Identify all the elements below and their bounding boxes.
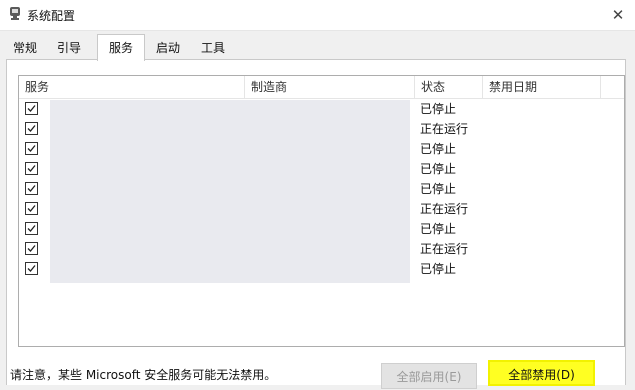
table-row[interactable]: 正在运行	[19, 119, 624, 139]
checkmark-icon	[27, 265, 36, 272]
enable-all-button[interactable]: 全部启用(E)	[381, 363, 477, 389]
table-row[interactable]: 已停止	[19, 219, 624, 239]
service-checkbox[interactable]	[25, 162, 38, 175]
column-header-service[interactable]: 服务	[19, 76, 245, 98]
column-header-status[interactable]: 状态	[415, 76, 483, 98]
table-row[interactable]: 已停止	[19, 259, 624, 279]
column-header-manufacturer[interactable]: 制造商	[245, 76, 415, 98]
service-checkbox[interactable]	[25, 222, 38, 235]
service-checkbox[interactable]	[25, 262, 38, 275]
service-status: 正在运行	[420, 242, 469, 256]
checkmark-icon	[27, 225, 36, 232]
service-status: 已停止	[420, 102, 457, 116]
checkmark-icon	[27, 245, 36, 252]
tab-boot[interactable]: 引导	[50, 38, 88, 59]
checkmark-icon	[27, 125, 36, 132]
service-status: 已停止	[420, 262, 457, 276]
service-checkbox[interactable]	[25, 182, 38, 195]
tab-tools[interactable]: 工具	[193, 38, 233, 59]
column-header-filler	[601, 76, 624, 98]
column-header-disable-date[interactable]: 禁用日期	[483, 76, 601, 98]
service-checkbox[interactable]	[25, 102, 38, 115]
tab-strip: 常规 引导 服务 启动 工具	[0, 34, 635, 61]
tab-services[interactable]: 服务	[97, 34, 145, 61]
window-title: 系统配置	[27, 9, 76, 23]
table-row[interactable]: 已停止	[19, 139, 624, 159]
services-panel: 服务 制造商 状态 禁用日期 已停止 正在运行 已停止 已停止 已停止 正在运行…	[6, 59, 626, 385]
tab-startup[interactable]: 启动	[148, 38, 188, 59]
service-checkbox[interactable]	[25, 202, 38, 215]
security-services-note: 请注意，某些 Microsoft 安全服务可能无法禁用。	[10, 368, 277, 382]
disable-all-button[interactable]: 全部禁用(D)	[488, 360, 595, 386]
services-list-header: 服务 制造商 状态 禁用日期	[19, 76, 624, 99]
table-row[interactable]: 已停止	[19, 159, 624, 179]
checkmark-icon	[27, 165, 36, 172]
close-icon[interactable]: ✕	[601, 0, 635, 30]
title-bar: 系统配置 ✕	[0, 0, 635, 31]
service-checkbox[interactable]	[25, 142, 38, 155]
table-row[interactable]: 已停止	[19, 99, 624, 119]
checkmark-icon	[27, 205, 36, 212]
service-checkbox[interactable]	[25, 122, 38, 135]
table-row[interactable]: 正在运行	[19, 199, 624, 219]
table-row[interactable]: 已停止	[19, 179, 624, 199]
service-checkbox[interactable]	[25, 242, 38, 255]
tab-general[interactable]: 常规	[6, 38, 44, 59]
service-status: 已停止	[420, 222, 457, 236]
checkmark-icon	[27, 185, 36, 192]
service-status: 已停止	[420, 162, 457, 176]
checkmark-icon	[27, 145, 36, 152]
service-status: 已停止	[420, 182, 457, 196]
msconfig-icon	[10, 7, 20, 20]
service-status: 已停止	[420, 142, 457, 156]
services-list[interactable]: 服务 制造商 状态 禁用日期 已停止 正在运行 已停止 已停止 已停止 正在运行…	[18, 75, 625, 347]
service-status: 正在运行	[420, 202, 469, 216]
table-row[interactable]: 正在运行	[19, 239, 624, 259]
service-status: 正在运行	[420, 122, 469, 136]
checkmark-icon	[27, 105, 36, 112]
